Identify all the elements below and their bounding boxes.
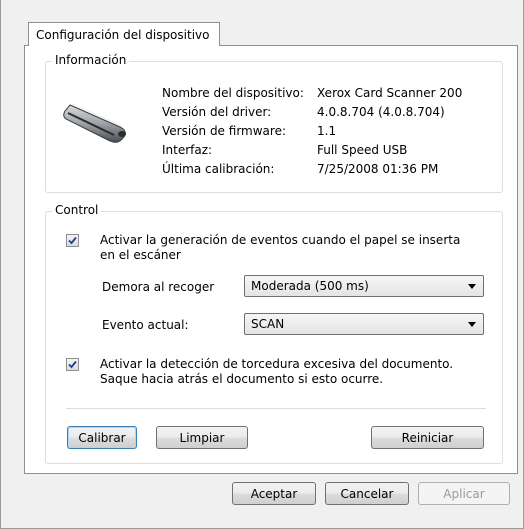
- pickup-delay-value: Moderada (500 ms): [251, 279, 369, 293]
- reset-button[interactable]: Reiniciar: [371, 426, 484, 449]
- interface-value: Full Speed USB: [317, 143, 408, 157]
- skew-detection-line2: Saque hacia atrás el documento si esto o…: [100, 372, 384, 386]
- last-calibration-label: Última calibración:: [162, 162, 275, 176]
- chevron-down-icon: [468, 322, 476, 327]
- driver-version-value: 4.0.8.704 (4.0.8.704): [317, 105, 445, 119]
- tab-panel: Información Nombre del dispositivo: Xero…: [24, 45, 518, 474]
- skew-detection-checkbox[interactable]: [66, 358, 79, 371]
- firmware-version-value: 1.1: [317, 124, 337, 138]
- event-generation-line1: Activar la generación de eventos cuando …: [100, 233, 461, 247]
- interface-label: Interfaz:: [162, 143, 213, 157]
- scanner-icon: [63, 103, 126, 143]
- last-calibration-value: 7/25/2008 01:36 PM: [317, 162, 439, 176]
- pickup-delay-label: Demora al recoger: [102, 280, 215, 294]
- tab-label: Configuración del dispositivo: [36, 28, 210, 42]
- control-groupbox: Control Activar la generación de eventos…: [45, 203, 503, 464]
- device-name-label: Nombre del dispositivo:: [162, 86, 304, 100]
- skew-detection-text[interactable]: Activar la detección de torcedura excesi…: [100, 357, 453, 387]
- control-separator: [66, 408, 486, 409]
- chevron-down-icon: [468, 284, 476, 289]
- info-groupbox: Información Nombre del dispositivo: Xero…: [45, 53, 503, 193]
- firmware-version-label: Versión de firmware:: [162, 124, 286, 138]
- calibrate-button[interactable]: Calibrar: [67, 426, 137, 449]
- current-event-label: Evento actual:: [102, 318, 189, 332]
- checkmark-icon: [68, 236, 77, 245]
- current-event-select[interactable]: SCAN: [244, 313, 484, 335]
- pickup-delay-select[interactable]: Moderada (500 ms): [244, 275, 484, 297]
- cancel-button[interactable]: Cancelar: [325, 482, 409, 505]
- tab-device-configuration[interactable]: Configuración del dispositivo: [28, 22, 220, 46]
- info-legend: Información: [52, 53, 130, 67]
- device-name-value: Xerox Card Scanner 200: [317, 86, 463, 100]
- driver-version-label: Versión del driver:: [162, 105, 272, 119]
- control-legend: Control: [52, 203, 102, 217]
- skew-detection-line1: Activar la detección de torcedura excesi…: [100, 357, 454, 371]
- event-generation-line2: en el escáner: [100, 248, 181, 262]
- checkmark-icon: [68, 360, 77, 369]
- event-generation-text[interactable]: Activar la generación de eventos cuando …: [100, 233, 460, 263]
- clean-button[interactable]: Limpiar: [156, 426, 248, 449]
- apply-button[interactable]: Aplicar: [418, 482, 510, 505]
- event-generation-checkbox[interactable]: [66, 234, 79, 247]
- ok-button[interactable]: Aceptar: [232, 482, 316, 505]
- current-event-value: SCAN: [251, 317, 285, 331]
